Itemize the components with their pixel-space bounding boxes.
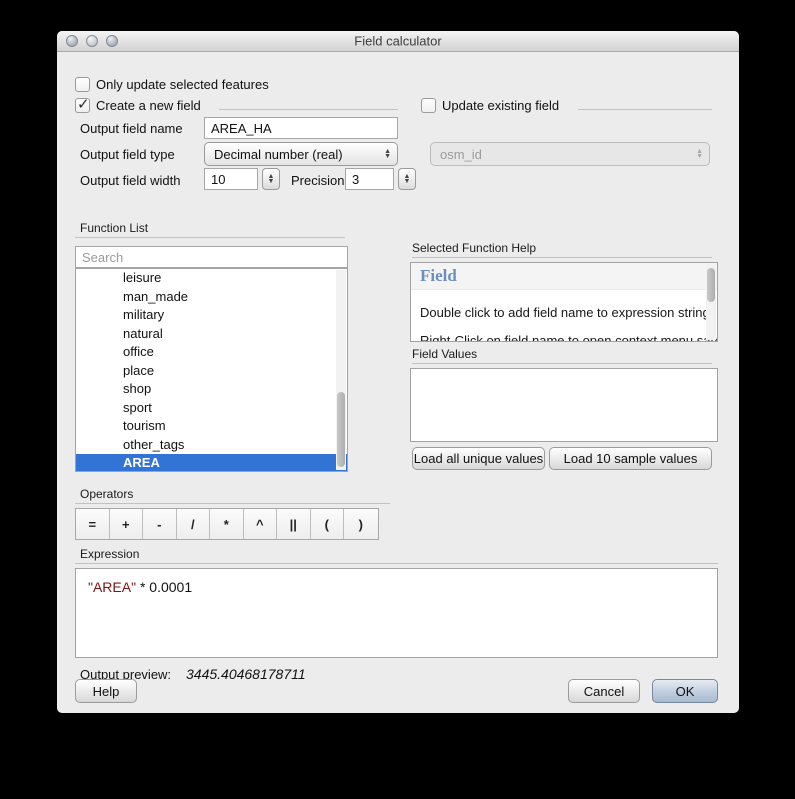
zoom-icon[interactable] <box>106 35 118 47</box>
operator-button[interactable]: * <box>210 509 244 539</box>
only-update-checkbox[interactable]: ✓ <box>75 77 90 92</box>
list-item-place[interactable]: place <box>76 362 347 381</box>
only-update-label: Only update selected features <box>96 77 269 92</box>
scrollbar-thumb[interactable] <box>337 392 345 467</box>
operators-header: Operators <box>80 487 133 501</box>
operator-button[interactable]: = <box>76 509 110 539</box>
precision-stepper[interactable]: ▲▼ <box>398 168 416 190</box>
list-item-man_made[interactable]: man_made <box>76 288 347 307</box>
help-title-row: Field <box>411 263 717 290</box>
scrollbar-track[interactable] <box>706 264 716 340</box>
help-button[interactable]: Help <box>75 679 137 703</box>
field-calculator-dialog: Field calculator ✓ Only update selected … <box>57 31 739 713</box>
operator-button[interactable]: + <box>110 509 144 539</box>
chevron-updown-icon: ▲▼ <box>384 149 391 159</box>
help-title: Field <box>420 266 457 286</box>
update-existing-label: Update existing field <box>442 98 559 113</box>
close-icon[interactable] <box>66 35 78 47</box>
search-input[interactable] <box>75 246 348 268</box>
cancel-button[interactable]: Cancel <box>568 679 640 703</box>
divider <box>219 109 398 110</box>
expression-rest: * 0.0001 <box>136 579 192 595</box>
output-field-name-label: Output field name <box>80 121 183 136</box>
list-item-tourism[interactable]: tourism <box>76 417 347 436</box>
scrollbar-track[interactable] <box>336 270 346 470</box>
function-list-items: leisureman_mademilitarynaturalofficeplac… <box>76 269 347 472</box>
load-10-sample-values-button[interactable]: Load 10 sample values <box>549 447 712 470</box>
field-values-box[interactable] <box>410 368 718 442</box>
list-item-natural[interactable]: natural <box>76 325 347 344</box>
expression-editor[interactable]: "AREA" * 0.0001 <box>75 568 718 658</box>
output-field-type-select[interactable]: Decimal number (real) ▲▼ <box>204 142 398 166</box>
operator-button[interactable]: ^ <box>244 509 278 539</box>
list-item-leisure[interactable]: leisure <box>76 269 347 288</box>
scrollbar-thumb[interactable] <box>707 268 715 302</box>
precision-label: Precision <box>291 173 344 188</box>
update-existing-checkbox[interactable]: ✓ <box>421 98 436 113</box>
operator-button[interactable]: || <box>277 509 311 539</box>
divider <box>578 109 712 110</box>
output-field-width-input[interactable] <box>204 168 258 190</box>
divider <box>75 237 345 238</box>
expression-text: "AREA" * 0.0001 <box>88 579 192 595</box>
title-bar[interactable]: Field calculator <box>57 31 739 52</box>
output-field-width-label: Output field width <box>80 173 180 188</box>
operator-button[interactable]: ) <box>344 509 378 539</box>
function-list[interactable]: leisureman_mademilitarynaturalofficeplac… <box>75 268 348 472</box>
list-item-AREA[interactable]: AREA <box>76 454 347 472</box>
divider <box>75 563 718 564</box>
window-title: Field calculator <box>354 34 441 49</box>
divider <box>412 257 712 258</box>
arrow-down-icon: ▼ <box>268 179 275 184</box>
output-field-type-value: Decimal number (real) <box>214 147 343 162</box>
list-item-shop[interactable]: shop <box>76 380 347 399</box>
output-preview-value: 3445.40468178711 <box>186 666 306 682</box>
ok-button[interactable]: OK <box>652 679 718 703</box>
expression-header: Expression <box>80 547 139 561</box>
list-item-office[interactable]: office <box>76 343 347 362</box>
width-stepper[interactable]: ▲▼ <box>262 168 280 190</box>
operator-button[interactable]: - <box>143 509 177 539</box>
operator-button[interactable]: / <box>177 509 211 539</box>
create-new-field-label: Create a new field <box>96 98 201 113</box>
chevron-updown-icon: ▲▼ <box>696 149 703 159</box>
divider <box>75 503 390 504</box>
divider <box>412 363 712 364</box>
existing-field-select: osm_id ▲▼ <box>430 142 710 166</box>
output-field-name-input[interactable] <box>204 117 398 139</box>
function-list-header: Function List <box>80 221 148 235</box>
precision-input[interactable] <box>345 168 394 190</box>
load-all-unique-values-button[interactable]: Load all unique values <box>412 447 545 470</box>
arrow-down-icon: ▼ <box>404 179 411 184</box>
minimize-icon[interactable] <box>86 35 98 47</box>
create-new-field-checkbox[interactable]: ✓ <box>75 98 90 113</box>
operator-buttons: =+-/*^||() <box>75 508 379 540</box>
selected-function-help-header: Selected Function Help <box>412 241 536 255</box>
list-item-military[interactable]: military <box>76 306 347 325</box>
function-help-box[interactable]: Field Double click to add field name to … <box>410 262 718 342</box>
help-line-1: Double click to add field name to expres… <box>420 305 699 320</box>
list-item-other_tags[interactable]: other_tags <box>76 436 347 455</box>
existing-field-value: osm_id <box>440 147 482 162</box>
field-values-header: Field Values <box>412 347 477 361</box>
list-item-sport[interactable]: sport <box>76 399 347 418</box>
expression-field-token: "AREA" <box>88 579 136 595</box>
check-icon: ✓ <box>77 95 90 113</box>
output-field-type-label: Output field type <box>80 147 175 162</box>
operator-button[interactable]: ( <box>311 509 345 539</box>
help-line-2: Right-Click on field name to open contex… <box>420 333 699 342</box>
